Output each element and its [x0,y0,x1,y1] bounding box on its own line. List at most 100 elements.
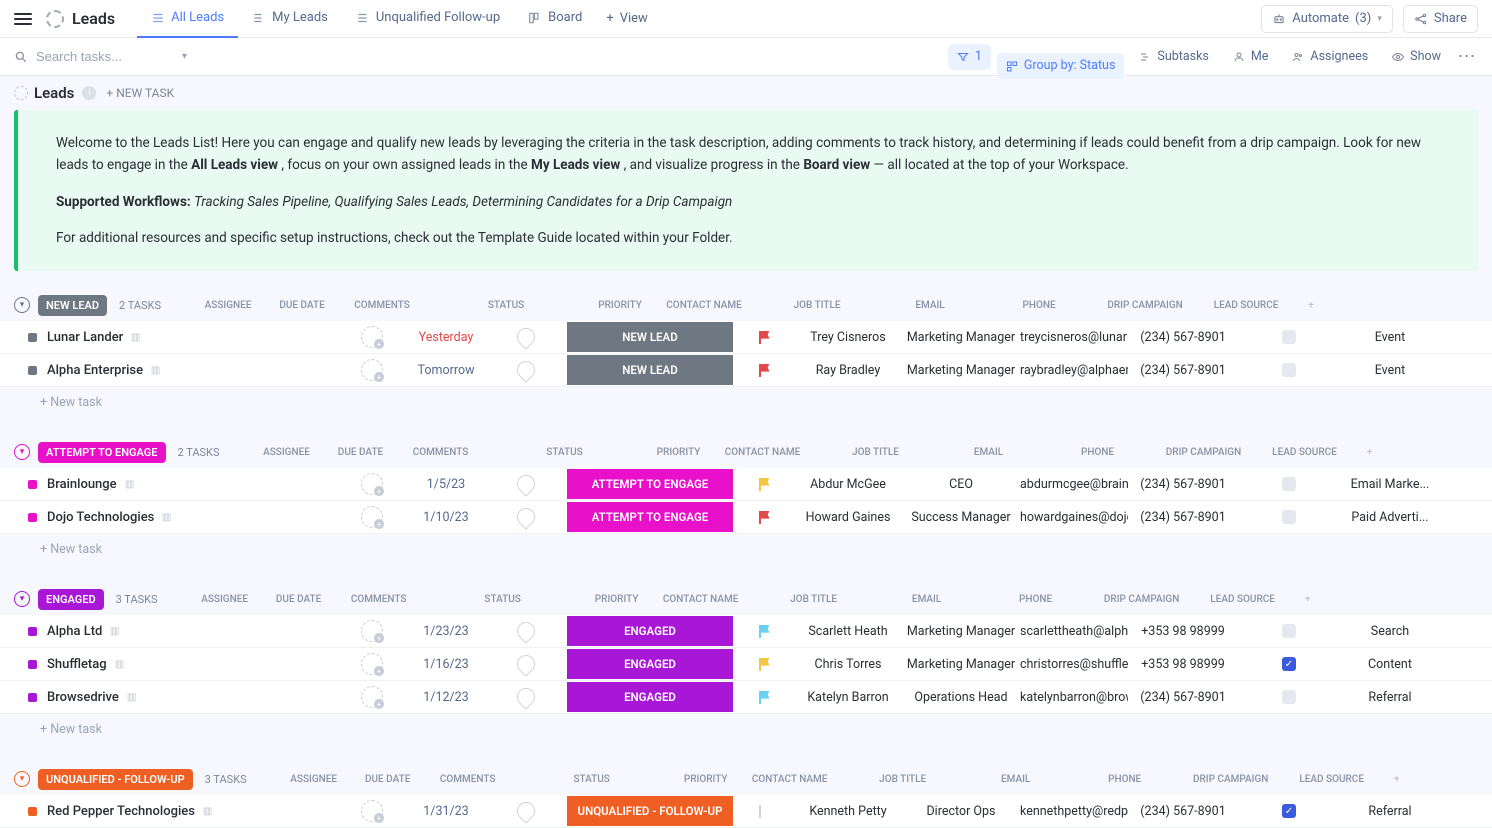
status-badge[interactable]: NEW LEAD [567,355,733,385]
status-dot[interactable] [28,660,37,669]
status-dot[interactable] [28,513,37,522]
filter-button[interactable]: 1 [948,44,991,70]
email[interactable]: christorres@shufflet [1020,657,1128,672]
new-task-inline[interactable]: + New task [0,387,1492,418]
comment-icon[interactable] [513,798,538,823]
more-icon[interactable]: ⋯ [1456,46,1478,67]
contact-name[interactable]: Howard Gaines [794,510,902,525]
flag-icon[interactable] [759,478,770,491]
status-badge[interactable]: ATTEMPT TO ENGAGE [567,469,733,499]
drip-checkbox[interactable] [1282,510,1296,524]
task-row[interactable]: Lunar Lander ▤ Yesterday NEW LEAD Trey C… [0,321,1492,354]
comment-icon[interactable] [513,324,538,349]
col-email[interactable]: EMAIL [935,447,1043,458]
col-comments[interactable]: COMMENTS [342,300,422,311]
status-badge[interactable]: ENGAGED [567,649,733,679]
col-drip-campaign[interactable]: DRIP CAMPAIGN [1094,300,1196,311]
col-email[interactable]: EMAIL [873,594,981,605]
comment-icon[interactable] [513,618,538,643]
contact-name[interactable]: Katelyn Barron [794,690,902,705]
col-contact-name[interactable]: CONTACT NAME [647,594,755,605]
job-title[interactable]: Marketing Manager [902,330,1020,345]
col-priority[interactable]: PRIORITY [590,300,650,311]
lead-source[interactable]: Event [1340,330,1440,345]
due-date[interactable]: 1/10/23 [406,510,486,525]
lead-source[interactable]: Event [1340,363,1440,378]
col-due-date[interactable]: DUE DATE [259,594,339,605]
task-row[interactable]: Alpha Ltd ▤ 1/23/23 ENGAGED Scarlett Hea… [0,615,1492,648]
add-column-button[interactable]: + [1293,594,1323,605]
show-button[interactable]: Show [1383,44,1450,70]
col-job-title[interactable]: JOB TITLE [758,300,876,311]
contact-name[interactable]: Trey Cisneros [794,330,902,345]
col-contact-name[interactable]: CONTACT NAME [709,447,817,458]
info-icon[interactable]: i [82,86,96,100]
phone[interactable]: (234) 567-8901 [1128,330,1238,345]
add-column-button[interactable]: + [1355,447,1385,458]
contact-name[interactable]: Kenneth Petty [794,804,902,819]
col-comments[interactable]: COMMENTS [401,447,481,458]
task-row[interactable]: Red Pepper Technologies ▤ 1/31/23 UNQUAL… [0,795,1492,828]
task-row[interactable]: Shuffletag ▤ 1/16/23 ENGAGED Chris Torre… [0,648,1492,681]
email[interactable]: katelynbarron@brows [1020,690,1128,705]
tab-all-leads[interactable]: All Leads [137,0,238,38]
search-input[interactable] [36,49,176,64]
lead-source[interactable]: Paid Adverti... [1340,510,1440,525]
email[interactable]: kennethpetty@redpe [1020,804,1128,819]
status-badge[interactable]: ENGAGED [567,616,733,646]
task-row[interactable]: Brainlounge ▤ 1/5/23 ATTEMPT TO ENGAGE A… [0,468,1492,501]
drip-checkbox[interactable]: ✓ [1282,804,1296,818]
drip-checkbox[interactable] [1282,477,1296,491]
col-lead-source[interactable]: LEAD SOURCE [1196,300,1296,311]
due-date[interactable]: 1/5/23 [406,477,486,492]
phone[interactable]: (234) 567-8901 [1128,510,1238,525]
add-view-button[interactable]: + View [606,11,648,26]
comment-icon[interactable] [513,684,538,709]
assignee-add-icon[interactable] [361,359,383,381]
job-title[interactable]: Director Ops [902,804,1020,819]
status-badge[interactable]: ATTEMPT TO ENGAGE [567,502,733,532]
status-label[interactable]: UNQUALIFIED - FOLLOW-UP [38,769,193,790]
flag-icon[interactable] [759,331,770,344]
col-due-date[interactable]: DUE DATE [321,447,401,458]
phone[interactable]: (234) 567-8901 [1128,363,1238,378]
assignee-add-icon[interactable] [361,473,383,495]
assignee-add-icon[interactable] [361,506,383,528]
tab-unqualified-follow-up[interactable]: Unqualified Follow-up [342,0,514,38]
lead-source[interactable]: Referral [1340,690,1440,705]
subtasks-button[interactable]: Subtasks [1130,44,1217,70]
phone[interactable]: +353 98 98999 [1128,657,1238,672]
drip-checkbox[interactable]: ✓ [1282,657,1296,671]
contact-name[interactable]: Scarlett Heath [794,624,902,639]
email[interactable]: treycisneros@lunarla [1020,330,1128,345]
new-task-button[interactable]: + NEW TASK [106,86,174,100]
col-phone[interactable]: PHONE [984,300,1094,311]
col-priority[interactable]: PRIORITY [587,594,647,605]
new-task-inline[interactable]: + New task [0,714,1492,745]
status-dot[interactable] [28,366,37,375]
phone[interactable]: (234) 567-8901 [1128,690,1238,705]
flag-icon[interactable] [759,625,770,638]
job-title[interactable]: CEO [902,477,1020,492]
assignees-button[interactable]: Assignees [1283,44,1377,70]
drip-checkbox[interactable] [1282,330,1296,344]
new-task-inline[interactable]: + New task [0,534,1492,565]
col-priority[interactable]: PRIORITY [649,447,709,458]
assignee-add-icon[interactable] [361,653,383,675]
collapse-icon[interactable]: ▾ [14,771,30,787]
col-status[interactable]: STATUS [422,300,590,311]
status-badge[interactable]: ENGAGED [567,682,733,712]
col-lead-source[interactable]: LEAD SOURCE [1193,594,1293,605]
status-label[interactable]: ATTEMPT TO ENGAGE [38,442,166,463]
job-title[interactable]: Marketing Manager [902,363,1020,378]
group-by-button[interactable]: Group by: Status [997,53,1125,79]
col-drip-campaign[interactable]: DRIP CAMPAIGN [1153,447,1255,458]
drip-checkbox[interactable] [1282,624,1296,638]
flag-icon[interactable] [759,511,770,524]
email[interactable]: scarlettheath@alphal [1020,624,1128,639]
add-column-button[interactable]: + [1296,300,1326,311]
share-button[interactable]: Share [1403,5,1478,33]
email[interactable]: howardgaines@dojot [1020,510,1128,525]
tab-my-leads[interactable]: My Leads [238,0,342,38]
due-date[interactable]: 1/31/23 [406,804,486,819]
